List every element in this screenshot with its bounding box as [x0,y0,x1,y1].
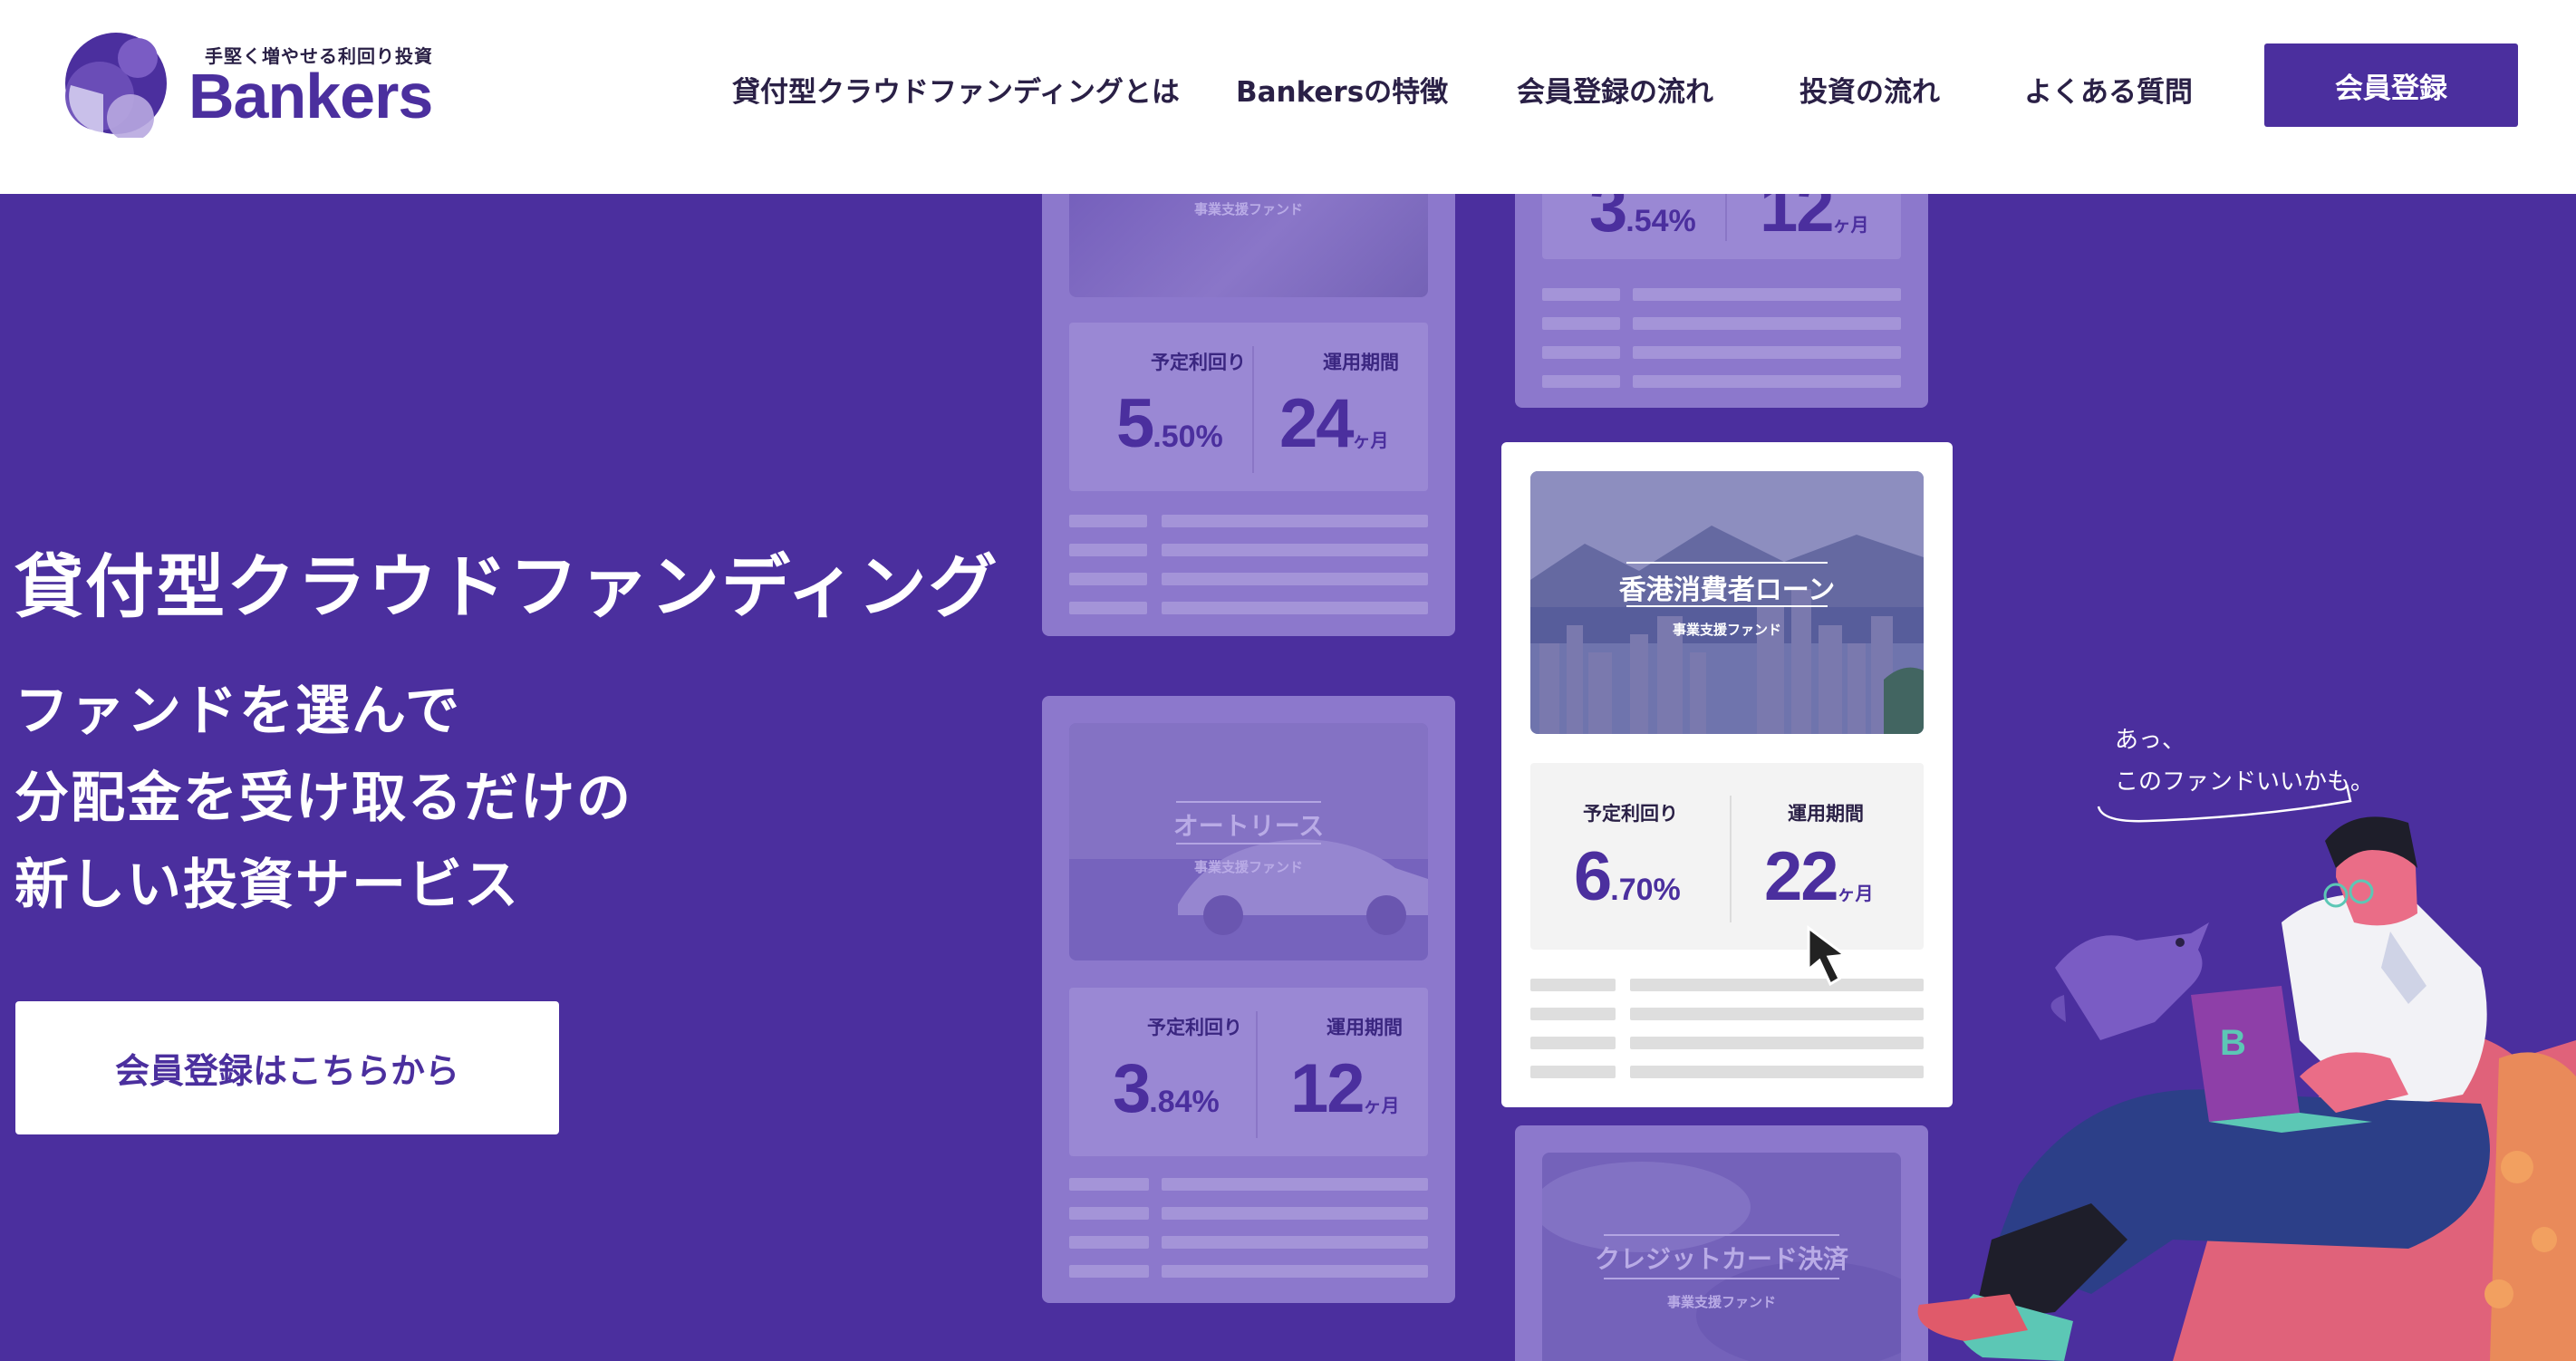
logo-wordmark: Bankers [188,61,433,131]
hero-title: 貸付型クラウドファンディング [14,546,999,627]
cursor-arrow-icon [1807,925,1848,987]
rate-label: 予定利回り [1147,1017,1242,1038]
header-register-button[interactable]: 会員登録 [2264,43,2518,127]
site-header: 手堅く増やせる利回り投資 Bankers 貸付型クラウドファンディングとは Ba… [0,0,2576,194]
hero-register-button[interactable]: 会員登録はこちらから [15,1001,559,1134]
hero-subtitle-line-2: 分配金を受け取るだけの [14,767,632,830]
term-label: 運用期間 [1327,1017,1403,1038]
person-laptop-illustration: B [1917,816,2576,1361]
rate-label: 予定利回り [1151,352,1246,373]
hero-subtitle-line-3: 新しい投資サービス [14,854,520,917]
logo-mark-icon [65,33,167,138]
fund-card-tag: 事業支援ファンド [1672,622,1781,638]
site-logo[interactable]: 手堅く増やせる利回り投資 Bankers [60,31,440,140]
term-label: 運用期間 [1323,352,1399,373]
fund-card-image: 香港消費者ローン 事業支援ファンド [1530,471,1924,734]
rate-label: 予定利回り [1583,803,1678,825]
nav-item-investment-flow[interactable]: 投資の流れ [1799,69,1940,110]
rate-value: 6.70% [1574,838,1681,915]
fund-card-tag: 事業支援ファンド [1193,859,1303,875]
nav-item-faq[interactable]: よくある質問 [2024,69,2193,110]
rate-value: 3.84% [1113,1050,1220,1127]
hero-subtitle-line-1: ファンドを選んで [14,680,461,743]
fund-card-stats: 予定利回り 運用期間 3.84% 12ヶ月 [1069,988,1428,1156]
nav-item-registration-flow[interactable]: 会員登録の流れ [1517,69,1713,110]
rate-value: 5.50% [1116,385,1223,462]
fund-card-tag: 事業支援ファンド [1193,201,1303,217]
fund-card-image: オートリース 事業支援ファンド [1069,723,1428,960]
fund-card-title: 香港消費者ローン [1618,574,1836,606]
nav-item-features[interactable]: Bankersの特徴 [1236,69,1448,110]
term-value: 12ヶ月 [1290,1050,1400,1127]
term-value: 24ヶ月 [1279,385,1389,462]
fund-card[interactable]: オートリース 事業支援ファンド 予定利回り 運用期間 3.84% 12ヶ月 [1042,696,1455,1303]
fund-card-stats: 予定利回り 運用期間 5.50% 24ヶ月 [1069,323,1428,491]
svg-text:B: B [2220,1023,2246,1063]
nav-item-about-crowdfunding[interactable]: 貸付型クラウドファンディングとは [732,69,1180,110]
fund-card-title: オートリース [1172,811,1325,841]
